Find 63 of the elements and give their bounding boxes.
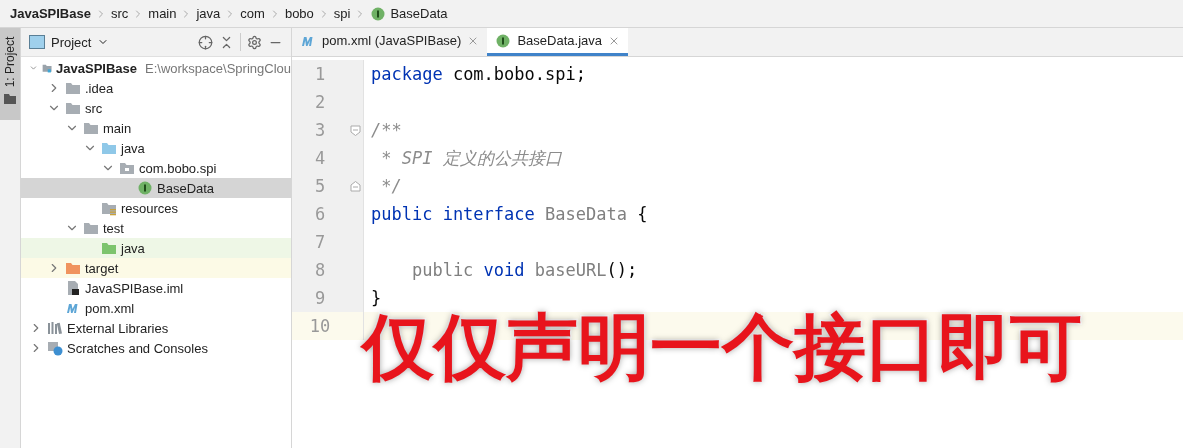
breadcrumb[interactable]: src [110, 6, 129, 21]
tree-item[interactable]: java [21, 238, 291, 258]
breadcrumb[interactable]: com [240, 6, 265, 21]
line-number: 2 [313, 92, 327, 112]
line-number: 5 [313, 176, 327, 196]
tree-item[interactable]: BaseData [21, 178, 291, 198]
module-path: E:\workspace\SpringClou [145, 60, 291, 76]
folder-icon [65, 80, 81, 96]
package-icon [119, 160, 135, 176]
module-file-icon [65, 280, 81, 296]
project-tool-tab[interactable]: 1: Project [0, 28, 20, 120]
breadcrumb[interactable]: spi [333, 6, 351, 21]
code-line: } [370, 288, 382, 308]
code-line: public void baseURL(); [410, 260, 638, 280]
breadcrumb[interactable]: JavaSPIBase [10, 6, 91, 21]
tree-item[interactable]: JavaSPIBase E:\workspace\SpringClou [21, 58, 291, 78]
folder-icon [101, 240, 117, 256]
folder-icon [101, 140, 117, 156]
editor-tab[interactable]: pom.xml (JavaSPIBase) [292, 28, 488, 56]
window-icon [29, 35, 45, 49]
breadcrumb[interactable]: BaseData [370, 5, 448, 22]
resources-folder-icon [101, 200, 117, 216]
tree-item[interactable]: Scratches and Consoles [21, 338, 291, 358]
code-comment: */ [380, 176, 402, 196]
tree-item[interactable]: target [21, 258, 291, 278]
tree-item[interactable]: .idea [21, 78, 291, 98]
tree-item[interactable]: test [21, 218, 291, 238]
line-number: 8 [313, 260, 327, 280]
scratches-icon [47, 340, 63, 356]
tree-item[interactable]: resources [21, 198, 291, 218]
line-number: 9 [313, 288, 327, 308]
code-line: public interface BaseData { [370, 204, 648, 224]
breadcrumb[interactable]: bobo [284, 6, 314, 21]
interface-icon [137, 180, 153, 196]
tree-item[interactable]: main [21, 118, 291, 138]
breadcrumb[interactable]: java [196, 6, 221, 21]
line-number: 4 [313, 148, 327, 168]
folder-icon [65, 260, 81, 276]
line-number: 1 [313, 64, 327, 84]
folder-icon [4, 94, 16, 104]
breadcrumb[interactable]: main [148, 6, 177, 21]
tree-item[interactable]: com.bobo.spi [21, 158, 291, 178]
tree-item[interactable]: JavaSPIBase.iml [21, 278, 291, 298]
line-number: 7 [313, 232, 327, 252]
folder-icon [65, 100, 81, 116]
code-line: package com.bobo.spi; [370, 64, 586, 84]
tree-item[interactable]: java [21, 138, 291, 158]
line-number: 6 [313, 204, 327, 224]
editor-tab[interactable]: BaseData.java [487, 28, 628, 56]
interface-icon [370, 5, 387, 22]
libraries-icon [47, 320, 63, 336]
code-comment: /** [370, 120, 402, 140]
line-number: 3 [313, 120, 327, 140]
tree-item[interactable]: External Libraries [21, 318, 291, 338]
settings-icon[interactable] [247, 34, 262, 50]
line-number: 10 [308, 316, 332, 336]
code-comment: * SPI 定义的公共接口 [380, 146, 562, 170]
interface-icon [495, 32, 512, 49]
folder-icon [83, 220, 99, 236]
folder-icon [83, 120, 99, 136]
tree-item[interactable]: pom.xml [21, 298, 291, 318]
tree-item[interactable]: src [21, 98, 291, 118]
locate-icon[interactable] [198, 34, 213, 50]
